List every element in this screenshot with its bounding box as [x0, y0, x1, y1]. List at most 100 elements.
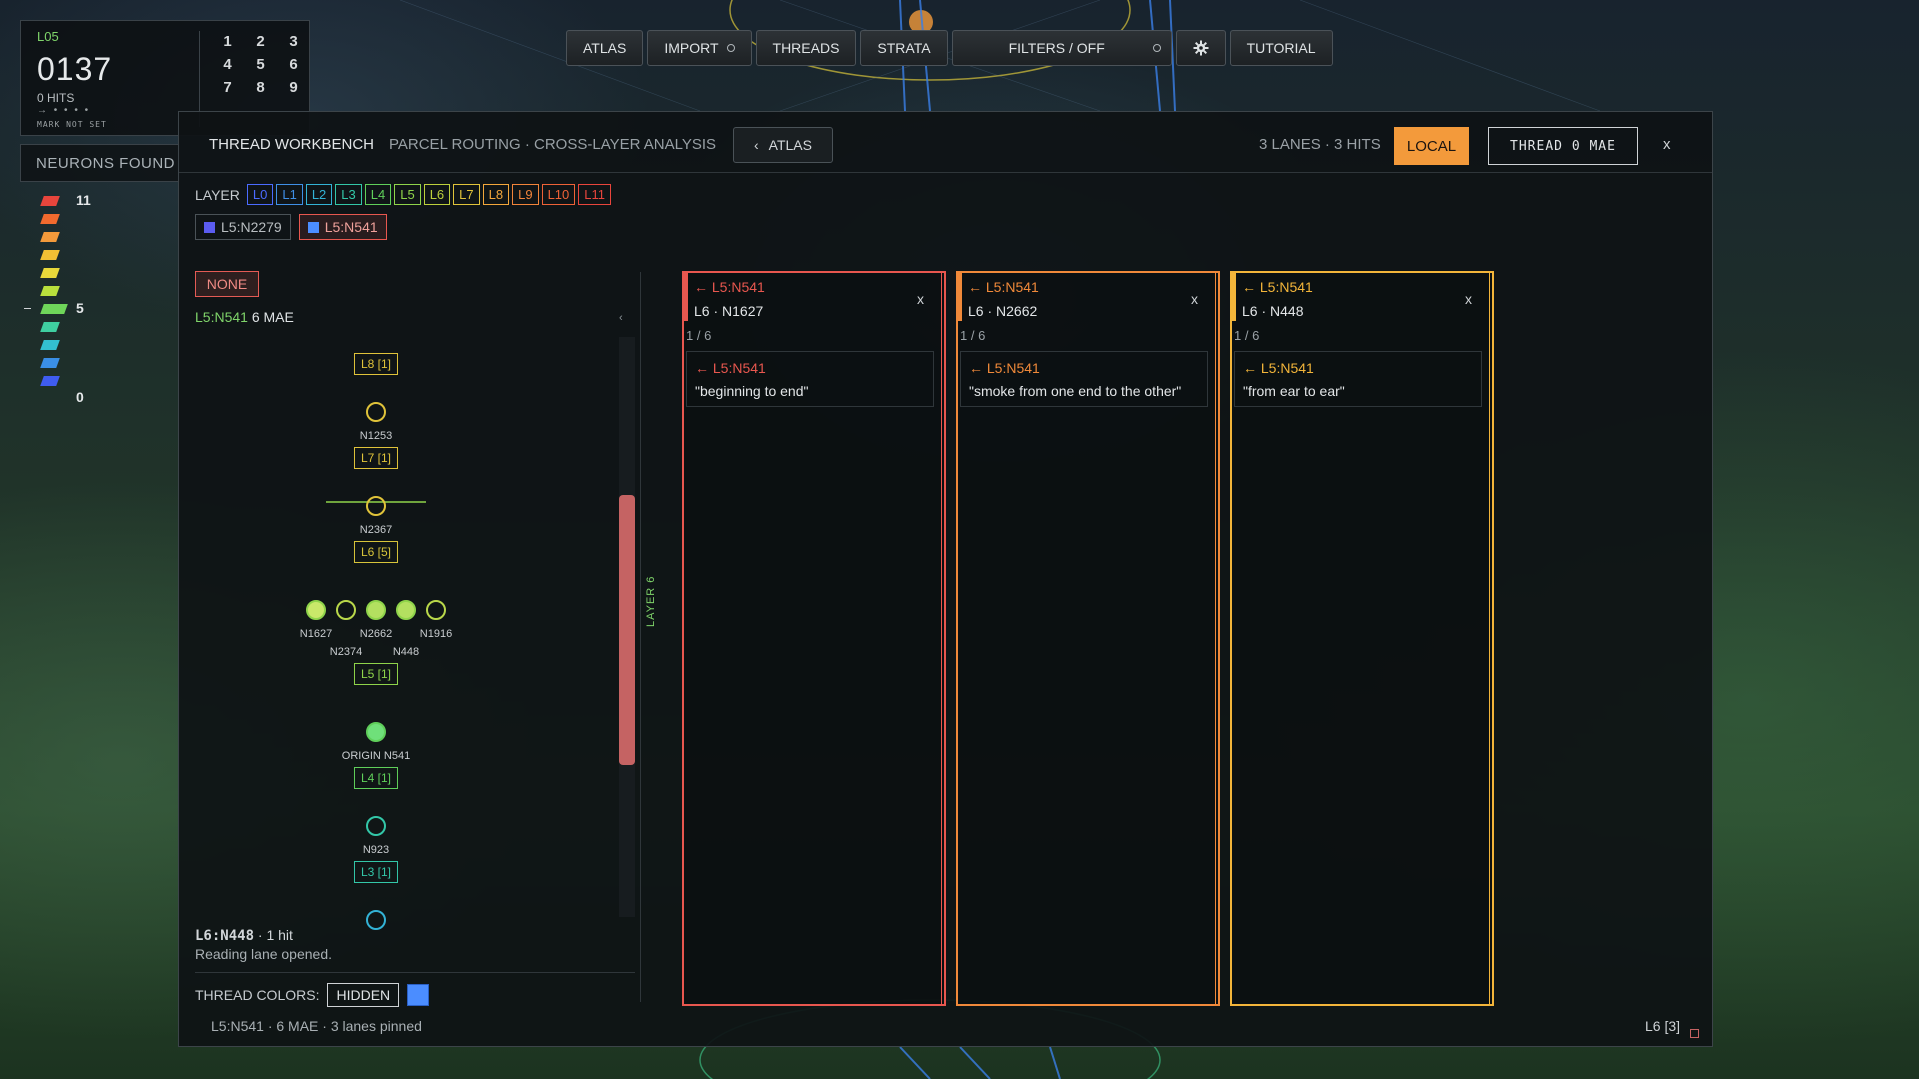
selection-label: L5:N2279 — [221, 219, 282, 235]
back-label: ATLAS — [768, 137, 812, 153]
lane-node: L6 · N448 — [1242, 303, 1304, 319]
ramp-bar — [40, 340, 60, 350]
layer-count-indicator: L6 [3] — [1645, 1018, 1681, 1034]
keypad-key-8[interactable]: 8 — [244, 79, 277, 96]
layer-chip-l5[interactable]: L5 — [394, 184, 421, 205]
layer-chip-l8[interactable]: L8 — [482, 184, 510, 205]
status-line: L6:N448 · 1 hit — [195, 927, 293, 944]
collapse-left-icon[interactable]: ‹ — [619, 312, 623, 324]
keypad-key-6[interactable]: 6 — [277, 56, 310, 73]
node-n2374 — [336, 600, 356, 620]
layer-filter-row: LAYER L0 L1 L2 L3 L4 L5 L6 L7 L8 L9 L10 … — [195, 184, 611, 205]
thread-colors-hidden-button[interactable]: HIDDEN — [327, 983, 400, 1007]
layer-box-l3[interactable]: L3 [1] — [353, 861, 399, 883]
lane-edge — [1215, 273, 1216, 1004]
close-icon[interactable]: x — [1191, 291, 1198, 307]
lane-edge — [941, 273, 942, 1004]
radio-dot-icon — [1152, 44, 1161, 52]
layer-chip-l2[interactable]: L2 — [305, 184, 333, 205]
radio-dot-icon — [726, 44, 735, 52]
card-source: ← L5:N541 — [969, 360, 1040, 376]
keypad-key-1[interactable]: 1 — [211, 33, 244, 50]
selection-chip-n2279[interactable]: L5:N2279 — [195, 214, 291, 240]
level-label: L05 — [37, 29, 59, 44]
layer-box-l8[interactable]: L8 [1] — [353, 353, 399, 375]
selection-label: L5:N541 — [324, 219, 378, 235]
keypad-key-3[interactable]: 3 — [277, 33, 310, 50]
settings-button[interactable] — [1175, 30, 1226, 66]
ramp-bar — [40, 196, 60, 206]
layer-chip-l10[interactable]: L10 — [541, 184, 576, 205]
node-n448 — [396, 600, 416, 620]
layer-chip-l6[interactable]: L6 — [423, 184, 451, 205]
card-quote: "beginning to end" — [695, 383, 809, 399]
lane-source[interactable]: ← L5:N541 — [1242, 279, 1313, 295]
import-label: IMPORT — [664, 40, 719, 56]
lane-card[interactable]: ← L5:N541 "beginning to end" — [686, 351, 934, 407]
status-divider — [195, 972, 635, 973]
node-n1627 — [306, 600, 326, 620]
lane-page-indicator: 1 / 6 — [1234, 328, 1260, 343]
ramp-bar — [40, 304, 68, 314]
strata-button[interactable]: STRATA — [860, 30, 948, 66]
lane-source[interactable]: ← L5:N541 — [694, 279, 765, 295]
layer-chip-l9[interactable]: L9 — [512, 184, 539, 205]
keypad-key-4[interactable]: 4 — [211, 56, 244, 73]
keypad-key-7[interactable]: 7 — [211, 79, 244, 96]
layer-chip-l1[interactable]: L1 — [276, 184, 303, 205]
none-button[interactable]: NONE — [195, 271, 259, 297]
tutorial-button[interactable]: TUTORIAL — [1229, 30, 1333, 66]
import-button[interactable]: IMPORT — [647, 30, 752, 66]
ramp-label-min: 0 — [76, 389, 84, 405]
resize-handle-icon[interactable] — [1690, 1029, 1699, 1038]
lane-source[interactable]: ← L5:N541 — [968, 279, 1039, 295]
lane-card[interactable]: ← L5:N541 "from ear to ear" — [1234, 351, 1482, 407]
layer-filter-label: LAYER — [195, 186, 240, 203]
layer-box-l4[interactable]: L4 [1] — [353, 767, 399, 789]
footer-summary: L5:N541 · 6 MAE · 3 lanes pinned — [211, 1018, 422, 1034]
keypad-key-5[interactable]: 5 — [244, 56, 277, 73]
chevron-left-icon: ‹ — [754, 137, 759, 153]
filters-button[interactable]: FILTERS / OFF — [951, 30, 1172, 66]
thread-mae-button[interactable]: THREAD 0 MAE — [1488, 127, 1638, 165]
layer-chip-l4[interactable]: L4 — [364, 184, 392, 205]
node-n2367 — [366, 496, 386, 516]
layer-chip-l3[interactable]: L3 — [335, 184, 362, 205]
status-node: L6:N448 — [195, 928, 255, 944]
color-square-icon — [204, 221, 215, 233]
thread-color-swatch[interactable] — [407, 984, 430, 1006]
close-icon[interactable]: x — [917, 291, 924, 307]
keypad-key-2[interactable]: 2 — [244, 33, 277, 50]
close-icon[interactable]: x — [1465, 291, 1472, 307]
card-source: ← L5:N541 — [1243, 360, 1314, 376]
mark-status: MARK NOT SET — [37, 120, 107, 129]
card-quote: "smoke from one end to the other" — [969, 383, 1182, 399]
back-to-atlas-button[interactable]: ‹ ATLAS — [733, 127, 833, 163]
threads-label: THREADS — [772, 40, 840, 56]
lane-node: L6 · N1627 — [694, 303, 764, 319]
lane-page-indicator: 1 / 6 — [686, 328, 712, 343]
layer-chip-l7[interactable]: L7 — [453, 184, 480, 205]
selection-chip-n541[interactable]: L5:N541 — [298, 214, 387, 240]
ramp-bar — [40, 376, 60, 386]
neurons-found-tab[interactable]: NEURONS FOUND — [20, 144, 180, 182]
layer-chip-l0[interactable]: L0 — [246, 184, 274, 205]
layer-vertical-label: LAYER 6 — [645, 575, 657, 627]
thread-workbench-panel: THREAD WORKBENCH PARCEL ROUTING · CROSS-… — [178, 111, 1713, 1047]
layer-box-l6[interactable]: L6 [5] — [353, 541, 399, 563]
selected-neurons: L5:N2279 L5:N541 — [195, 214, 387, 240]
atlas-label: ATLAS — [583, 40, 627, 56]
tree-scrollbar-thumb[interactable] — [619, 495, 635, 765]
keypad-key-9[interactable]: 9 — [277, 79, 310, 96]
layer-chip-l11[interactable]: L11 — [578, 184, 611, 205]
local-toggle-button[interactable]: LOCAL — [1394, 127, 1469, 165]
lane-accent — [958, 273, 962, 321]
lane-card[interactable]: ← L5:N541 "smoke from one end to the oth… — [960, 351, 1208, 407]
threads-button[interactable]: THREADS — [755, 30, 857, 66]
layer-box-l5[interactable]: L5 [1] — [353, 663, 399, 685]
atlas-button[interactable]: ATLAS — [566, 30, 644, 66]
card-quote: "from ear to ear" — [1243, 383, 1345, 399]
close-icon[interactable]: x — [1663, 136, 1671, 153]
layer-box-l7[interactable]: L7 [1] — [353, 447, 399, 469]
ramp-bar — [40, 268, 60, 278]
